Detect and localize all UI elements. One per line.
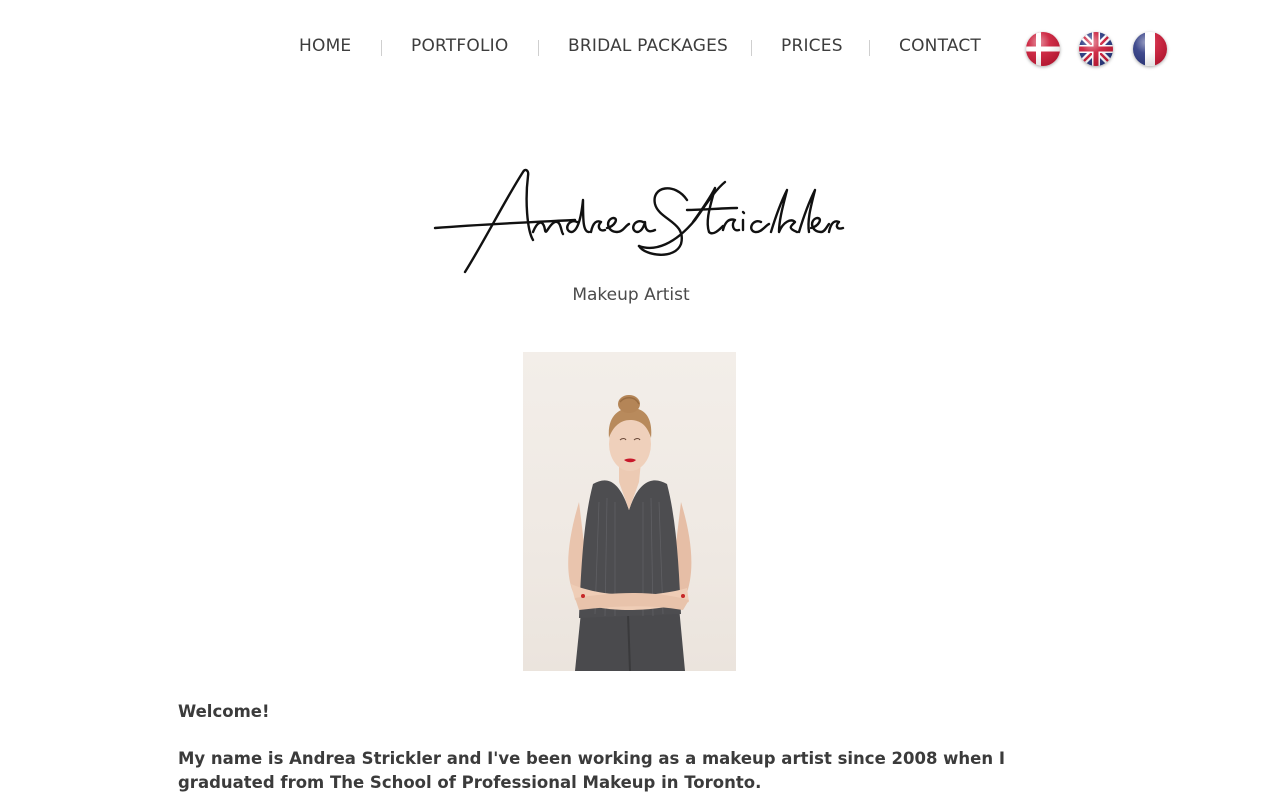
nav-item-contact[interactable]: CONTACT bbox=[899, 36, 981, 56]
nav-item-home[interactable]: HOME bbox=[299, 36, 351, 56]
page: HOME PORTFOLIO BRIDAL PACKAGES PRICES CO… bbox=[0, 0, 1280, 800]
intro-paragraph: My name is Andrea Strickler and I've bee… bbox=[178, 749, 1005, 792]
subtitle: Makeup Artist bbox=[572, 285, 690, 305]
uk-flag-icon[interactable] bbox=[1079, 32, 1113, 66]
french-flag-icon[interactable] bbox=[1133, 32, 1167, 66]
nav-separator bbox=[381, 40, 382, 56]
welcome-heading: Welcome! bbox=[178, 702, 270, 721]
portrait-photo bbox=[523, 352, 736, 671]
nav-separator bbox=[538, 40, 539, 56]
nav-separator bbox=[869, 40, 870, 56]
nav-item-prices[interactable]: PRICES bbox=[781, 36, 843, 56]
danish-flag-icon[interactable] bbox=[1026, 32, 1060, 66]
nav-item-bridal-packages[interactable]: BRIDAL PACKAGES bbox=[568, 36, 728, 56]
nav-item-portfolio[interactable]: PORTFOLIO bbox=[411, 36, 508, 56]
signature-logo bbox=[433, 168, 845, 274]
nav-separator bbox=[751, 40, 752, 56]
